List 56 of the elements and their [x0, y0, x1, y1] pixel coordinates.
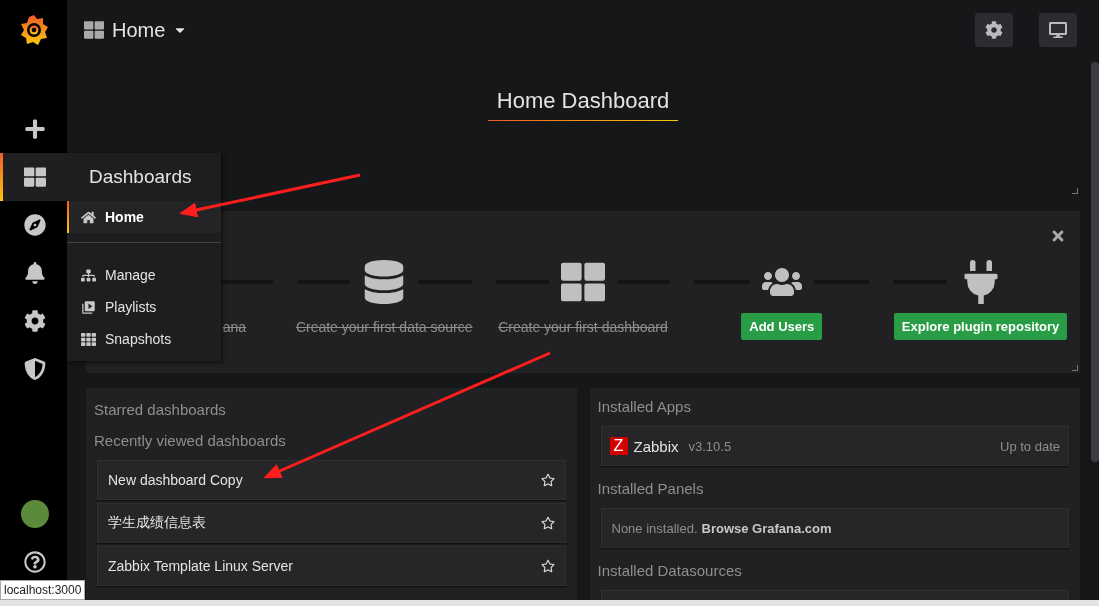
star-icon[interactable]	[540, 559, 555, 573]
app-name: Zabbix	[633, 437, 679, 455]
bell-icon	[24, 262, 46, 284]
menu-item[interactable]: Home	[67, 201, 221, 233]
resize-handle-icon[interactable]	[1072, 188, 1078, 194]
step-button[interactable]: Add Users	[741, 313, 823, 340]
shield-icon	[24, 358, 46, 380]
star-icon[interactable]	[540, 516, 555, 530]
dashboard-row[interactable]: Zabbix Template Linux Server	[97, 546, 566, 586]
completed-step-label: ana	[222, 319, 247, 335]
display-mode-button[interactable]	[1039, 13, 1077, 47]
completed-step-label: Create your first data source	[295, 319, 473, 335]
app-logo: Z	[609, 437, 628, 455]
compass-icon	[24, 214, 46, 236]
sidebar-item[interactable]	[0, 153, 67, 201]
dashboard-title: Home Dashboard	[487, 88, 679, 121]
monitor-icon	[1049, 21, 1067, 39]
section-title: Installed Apps	[597, 398, 692, 415]
sitemap-icon	[81, 267, 96, 283]
section-title: Installed Datasources	[597, 562, 743, 579]
star-icon[interactable]	[540, 473, 555, 487]
grid-icon	[81, 331, 96, 347]
grid-icon	[84, 20, 104, 40]
app-row[interactable]: Z Zabbix v3.10.5 Up to date	[600, 426, 1069, 466]
section-title: Recently viewed dashboards	[94, 432, 287, 449]
help-icon[interactable]	[24, 551, 46, 573]
app-status: Up to date	[1000, 438, 1060, 454]
plus-icon	[24, 118, 46, 140]
settings-icon	[24, 310, 46, 332]
horizontal-scrollbar[interactable]	[0, 600, 1099, 606]
step-button[interactable]: Explore plugin repository	[893, 313, 1068, 340]
empty-message: None installed.	[611, 520, 698, 536]
app-version: v3.10.5	[688, 438, 733, 454]
menu-title: Dashboards	[88, 165, 193, 189]
completed-step-label: Create your first dashboard	[498, 319, 668, 335]
playlist-icon	[81, 299, 96, 315]
close-icon[interactable]	[1050, 228, 1066, 244]
browse-link[interactable]: Browse Grafana.com	[701, 520, 832, 536]
house-icon	[81, 209, 96, 225]
scrollbar[interactable]	[1091, 62, 1099, 462]
dashboard-row[interactable]: 学生成绩信息表	[97, 503, 566, 543]
grid-icon	[24, 166, 46, 188]
dashboard-picker[interactable]: Home	[84, 18, 188, 42]
dashboard-row[interactable]: New dashboard Copy	[97, 460, 566, 500]
avatar[interactable]	[21, 500, 49, 528]
settings-icon	[985, 21, 1003, 39]
settings-button[interactable]	[975, 13, 1013, 47]
menu-item[interactable]: Manage	[67, 259, 221, 291]
section-title: Installed Panels	[597, 480, 705, 497]
menu-item[interactable]: Playlists	[67, 291, 221, 323]
section-title: Starred dashboards	[94, 401, 227, 418]
menu-item[interactable]: Snapshots	[67, 323, 221, 355]
status-tooltip: localhost:3000	[0, 580, 86, 600]
grid-icon	[561, 260, 605, 304]
resize-handle-icon[interactable]	[1072, 365, 1078, 371]
dashboard-picker-label: Home	[112, 18, 166, 42]
